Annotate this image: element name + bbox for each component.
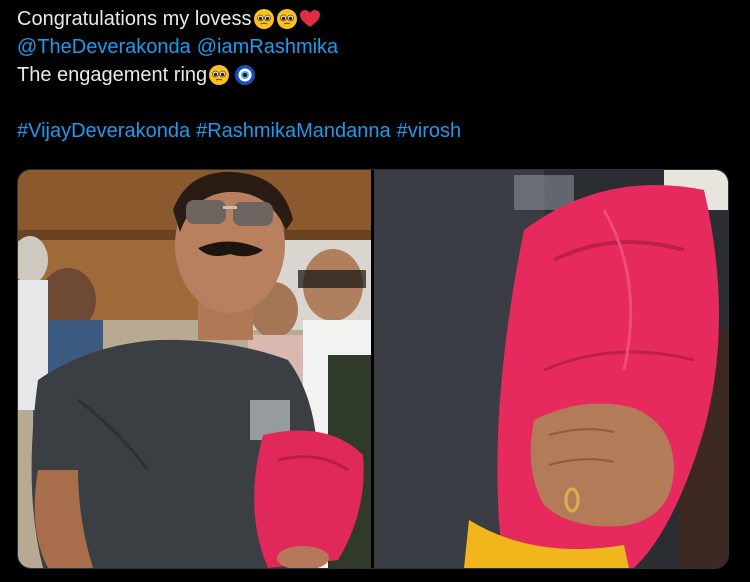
mention-thedeverakonda-link[interactable]: @TheDeverakonda [17,33,191,61]
tweet-line-3: The engagement ring [17,61,737,89]
tweet-line-2: @TheDeverakonda @iamRashmika [17,33,737,61]
red-heart-icon [299,10,320,27]
tweet-media-grid [17,169,729,569]
nazar-amulet-icon [235,65,256,85]
tweet-greeting-text: Congratulations my lovess [17,8,252,30]
hashtag-rashmikamandanna-link[interactable]: #RashmikaMandanna [196,117,391,145]
photo-man-with-bouquet[interactable] [18,170,371,568]
pleading-face-icon [276,9,297,29]
hashtag-vijaydeverakonda-link[interactable]: #VijayDeverakonda [17,117,190,145]
hashtag-virosh-link[interactable]: #virosh [397,117,461,145]
pleading-face-icon [253,9,274,29]
tweet-ring-text: The engagement ring [17,64,208,86]
tweet-hashtags: #VijayDeverakonda #RashmikaMandanna #vir… [17,117,737,145]
tweet-text: Congratulations my lovess @TheDeverakond… [17,5,737,145]
photo-ring-closeup[interactable] [374,170,728,568]
mention-iamrashmika-link[interactable]: @iamRashmika [197,33,338,61]
tweet-line-1: Congratulations my lovess [17,5,737,33]
pleading-face-icon [209,65,230,85]
